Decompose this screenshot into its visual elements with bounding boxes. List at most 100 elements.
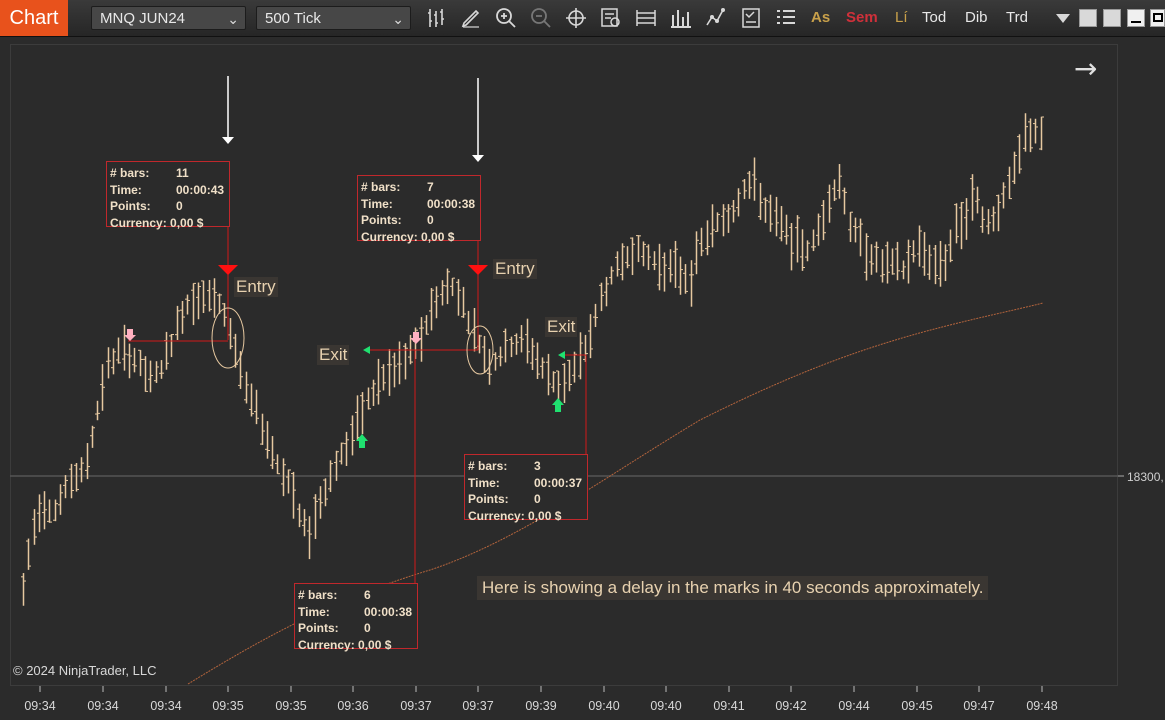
price-bar xyxy=(901,260,906,280)
annotation-note: Here is showing a delay in the marks in … xyxy=(477,576,989,600)
bars-key: # bars: xyxy=(110,166,150,180)
price-bar xyxy=(911,240,916,263)
price-chart[interactable] xyxy=(0,0,1165,720)
price-bar xyxy=(917,225,922,267)
price-bar xyxy=(599,282,604,312)
price-bar xyxy=(662,252,667,292)
price-bar xyxy=(837,164,842,199)
price-bar xyxy=(376,358,381,405)
price-bar xyxy=(164,331,169,370)
price-bar xyxy=(1023,113,1028,152)
arrow-right-icon[interactable]: → xyxy=(1074,54,1097,84)
price-bar xyxy=(853,217,858,243)
price-bar xyxy=(196,282,201,320)
exit-marker-icon xyxy=(558,351,565,359)
x-axis-ticks xyxy=(39,686,1043,692)
currency-value: 0,00 $ xyxy=(358,637,392,652)
price-bar xyxy=(578,332,583,380)
price-bar xyxy=(42,491,47,530)
price-bar xyxy=(286,469,291,494)
price-bar xyxy=(207,279,212,312)
price-bar xyxy=(906,239,911,284)
price-bar xyxy=(593,303,598,327)
price-bar xyxy=(683,264,688,294)
price-bar xyxy=(111,348,116,375)
price-bar xyxy=(562,363,567,404)
price-bar xyxy=(927,244,932,280)
time-key: Time: xyxy=(468,475,500,490)
price-bar xyxy=(154,361,159,383)
price-bar xyxy=(869,244,874,275)
price-bar xyxy=(710,204,715,248)
price-bar xyxy=(482,335,487,373)
price-bar xyxy=(678,256,683,295)
price-bar xyxy=(699,227,704,257)
price-bar xyxy=(191,282,196,326)
x-tick-label: 09:37 xyxy=(462,699,494,713)
price-bar xyxy=(58,484,63,515)
price-bar xyxy=(588,314,593,359)
price-bar xyxy=(980,206,985,233)
price-bar xyxy=(79,457,84,483)
price-bar xyxy=(609,266,614,285)
price-bar xyxy=(630,237,635,276)
price-bar xyxy=(397,341,402,385)
sell-arrow-icon xyxy=(124,329,136,341)
x-tick-label: 09:34 xyxy=(150,699,182,713)
price-bar xyxy=(291,471,296,519)
price-bar xyxy=(556,370,561,401)
price-bar xyxy=(943,244,948,282)
price-bar xyxy=(858,218,863,257)
x-tick-label: 09:40 xyxy=(588,699,620,713)
price-bar xyxy=(32,509,37,545)
points-key: Points: xyxy=(110,199,151,213)
price-bar xyxy=(450,277,455,297)
exit-label: Exit xyxy=(545,317,578,337)
currency-key: Currency: xyxy=(361,229,418,244)
time-value: 00:00:43 xyxy=(176,182,225,197)
price-bar xyxy=(615,251,620,277)
price-bar xyxy=(800,229,805,271)
time-value: 00:00:37 xyxy=(534,475,583,490)
price-bar xyxy=(726,204,731,233)
price-bar xyxy=(429,287,434,331)
price-bar xyxy=(313,494,318,539)
time-value: 00:00:38 xyxy=(364,604,413,619)
time-key: Time: xyxy=(110,182,142,197)
price-bar xyxy=(535,342,540,379)
price-bar xyxy=(768,194,773,232)
price-bar xyxy=(816,213,821,246)
price-bar xyxy=(636,235,641,263)
currency-key: Currency: xyxy=(468,508,525,523)
price-bar xyxy=(530,338,535,371)
price-bar xyxy=(546,353,551,396)
price-bar xyxy=(116,337,121,364)
price-bar xyxy=(715,212,720,232)
price-bar xyxy=(948,229,953,263)
price-bar xyxy=(318,486,323,519)
price-bar xyxy=(175,305,180,341)
price-bar xyxy=(842,187,847,215)
price-bar xyxy=(222,303,227,327)
entry-label: Entry xyxy=(493,259,537,279)
price-bar xyxy=(620,243,625,281)
price-bar xyxy=(975,186,980,214)
buy-arrow-icon xyxy=(552,398,564,412)
price-bar xyxy=(805,240,810,262)
price-bar xyxy=(509,336,514,358)
price-bar xyxy=(244,371,249,404)
price-bar xyxy=(297,503,302,528)
price-bar xyxy=(403,343,408,380)
time-key: Time: xyxy=(298,604,330,619)
price-bar xyxy=(1028,118,1033,153)
points-key: Points: xyxy=(468,492,509,506)
x-tick-label: 09:40 xyxy=(650,699,682,713)
price-bar xyxy=(742,178,747,200)
price-bar xyxy=(1033,118,1038,144)
copyright-text: © 2024 NinjaTrader, LLC xyxy=(13,663,157,678)
x-tick-label: 09:47 xyxy=(963,699,995,713)
price-bar xyxy=(525,318,530,364)
price-bar xyxy=(731,200,736,223)
bars-value: 3 xyxy=(534,459,541,473)
points-value: 0 xyxy=(427,213,434,227)
